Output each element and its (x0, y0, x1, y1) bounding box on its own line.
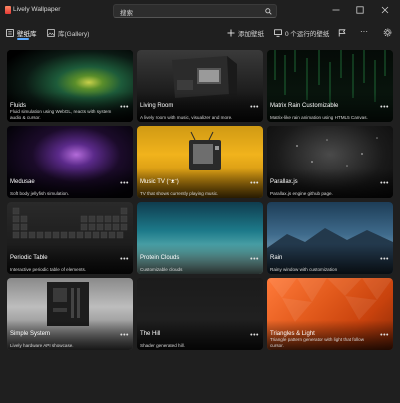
card-more-button[interactable]: ••• (120, 104, 129, 111)
wallpaper-card-music-tv[interactable]: Music TV (ᵔᴥᵔ) TV that shows currently p… (137, 126, 263, 198)
settings-gear-icon[interactable] (383, 28, 392, 37)
gallery-icon (47, 29, 55, 37)
wallpaper-card-simple-system[interactable]: Simple System Lively hardware API showca… (7, 278, 133, 350)
maximize-button[interactable] (352, 3, 368, 17)
wallpaper-title: Periodic Table (10, 255, 48, 261)
library-icon (6, 29, 14, 37)
wallpaper-title: Medusae (10, 179, 35, 185)
search-input[interactable]: 搜索 (120, 7, 133, 17)
wallpaper-title: Protein Clouds (140, 255, 180, 261)
card-more-button[interactable]: ••• (120, 180, 129, 187)
wallpaper-card-rain[interactable]: Rain Rainy window with customization ••• (267, 202, 393, 274)
card-more-button[interactable]: ••• (250, 180, 259, 187)
wallpaper-description: Triangle pattern generator with light th… (270, 337, 365, 348)
wallpaper-title: Parallax.js (270, 179, 298, 185)
wallpaper-card-protein-clouds[interactable]: Protein Clouds Customizable clouds ••• (137, 202, 263, 274)
tab-gallery-label: 库(Gallery) (58, 31, 90, 38)
wallpaper-description: Interactive periodic table of elements. (10, 266, 87, 272)
wallpaper-card-parallax[interactable]: Parallax.js Parallax.js engine github pa… (267, 126, 393, 198)
active-wallpapers-label: 0 个运行的壁纸 (285, 31, 330, 38)
wallpaper-title: Rain (270, 255, 283, 261)
wallpaper-description: Fluid simulation using WebGL, reacts wit… (10, 109, 112, 120)
toolbar: 壁纸库 库(Gallery) 添加壁纸 0 个运行的壁纸 ··· (0, 25, 400, 43)
maximize-icon (356, 6, 364, 14)
add-wallpaper-label: 添加壁纸 (238, 31, 264, 38)
app-logo-icon (5, 6, 11, 14)
wallpaper-card-matrix-rain[interactable]: Matrix Rain Customizable Matrix-like rai… (267, 50, 393, 122)
card-more-button[interactable]: ••• (250, 332, 259, 339)
wallpaper-card-periodic-table[interactable]: Periodic Table Interactive periodic tabl… (7, 202, 133, 274)
wallpaper-title: Simple System (10, 331, 51, 337)
card-more-button[interactable]: ••• (120, 256, 129, 263)
search-box[interactable]: 搜索 (113, 4, 277, 18)
title-bar: Lively Wallpaper 搜索 (0, 0, 400, 22)
wallpaper-description: A lively room with music, visualizer and… (140, 114, 233, 120)
card-more-button[interactable]: ••• (380, 332, 389, 339)
wallpaper-description: Rainy window with customization (270, 266, 338, 272)
card-more-button[interactable]: ••• (380, 256, 389, 263)
wallpaper-card-fluids[interactable]: Fluids Fluid simulation using WebGL, rea… (7, 50, 133, 122)
wallpaper-description: TV that shows currently playing music. (140, 190, 219, 196)
wallpaper-description: Soft body jellyfish simulation. (10, 190, 69, 196)
tab-gallery[interactable]: 库(Gallery) (47, 28, 89, 38)
search-icon[interactable] (265, 8, 272, 15)
wallpaper-title: Living Room (140, 103, 174, 109)
wallpaper-title: Music TV (ᵔᴥᵔ) (140, 179, 179, 185)
card-more-button[interactable]: ••• (250, 256, 259, 263)
tab-library-label: 壁纸库 (17, 31, 37, 38)
wallpaper-card-medusae[interactable]: Medusae Soft body jellyfish simulation. … (7, 126, 133, 198)
wallpaper-description: Lively hardware API showcase. (10, 342, 74, 348)
close-icon (381, 6, 389, 14)
wallpaper-description: Parallax.js engine github page. (270, 190, 333, 196)
wallpaper-card-living-room[interactable]: Living Room A lively room with music, vi… (137, 50, 263, 122)
tab-library[interactable]: 壁纸库 (6, 28, 37, 38)
wallpaper-description: Matrix-like rain animation using HTML5 C… (270, 114, 368, 120)
plus-icon (227, 29, 235, 37)
minimize-button[interactable] (328, 3, 344, 17)
card-more-button[interactable]: ••• (380, 104, 389, 111)
monitor-icon (274, 29, 282, 37)
flag-icon[interactable] (338, 29, 346, 37)
active-wallpapers-button[interactable]: 0 个运行的壁纸 (274, 28, 329, 38)
wallpaper-grid: Fluids Fluid simulation using WebGL, rea… (7, 50, 393, 350)
add-wallpaper-button[interactable]: 添加壁纸 (227, 28, 264, 38)
wallpaper-title: The Hill (140, 331, 161, 337)
more-options-icon[interactable]: ··· (360, 27, 368, 36)
wallpaper-title: Matrix Rain Customizable (270, 103, 339, 109)
card-more-button[interactable]: ••• (380, 180, 389, 187)
close-button[interactable] (377, 3, 393, 17)
wallpaper-card-the-hill[interactable]: The Hill Shader generated hill. ••• (137, 278, 263, 350)
wallpaper-description: Shader generated hill. (140, 342, 185, 348)
wallpaper-card-triangles-light[interactable]: Triangles & Light Triangle pattern gener… (267, 278, 393, 350)
minimize-icon (332, 9, 340, 11)
card-more-button[interactable]: ••• (250, 104, 259, 111)
active-tab-indicator (17, 38, 29, 40)
card-more-button[interactable]: ••• (120, 332, 129, 339)
wallpaper-description: Customizable clouds (140, 266, 183, 272)
app-title: Lively Wallpaper (13, 6, 61, 13)
